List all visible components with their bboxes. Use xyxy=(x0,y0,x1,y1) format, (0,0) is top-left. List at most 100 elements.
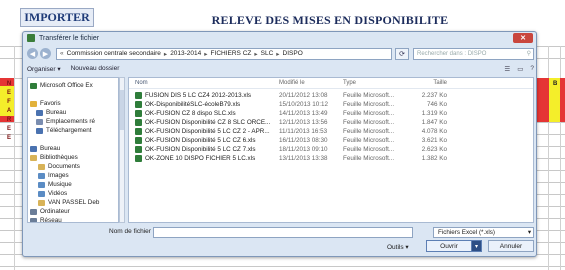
back-button[interactable]: ◀ xyxy=(27,48,38,59)
file-row[interactable]: OK-FUSION Disponibilité CZ 8 SLC ORCE...… xyxy=(129,118,533,127)
file-row[interactable]: OK-DisponibilitéSLC-écoleB79.xls 15/10/20… xyxy=(129,100,533,109)
breadcrumb-separator-icon: ▸ xyxy=(254,50,258,58)
file-type: Feuille Microsoft... xyxy=(343,146,395,153)
recent-places-icon xyxy=(36,118,43,125)
file-name: OK-DisponibilitéSLC-écoleB79.xls xyxy=(145,101,241,108)
close-button[interactable]: ✕ xyxy=(513,33,533,43)
new-folder-button[interactable]: Nouveau dossier xyxy=(71,65,120,72)
file-type: Feuille Microsoft... xyxy=(343,101,395,108)
network-icon xyxy=(30,217,37,222)
file-size: 746 Ko xyxy=(427,101,447,108)
nav-item[interactable]: Documents xyxy=(30,162,116,171)
nav-item-label: Microsoft Office Ex xyxy=(40,82,93,89)
nav-item-label: Bureau xyxy=(40,145,61,152)
filename-input[interactable] xyxy=(153,227,413,238)
nav-item[interactable]: VAN PASSEL Deb xyxy=(30,198,116,207)
nav-item[interactable]: Réseau xyxy=(30,216,116,222)
breadcrumb-item[interactable]: 2013-2014 xyxy=(170,50,201,57)
nav-item-label: VAN PASSEL Deb xyxy=(48,199,100,206)
address-field[interactable]: «Commission centrale secondaire ▸ 2013-201… xyxy=(56,47,392,60)
file-name: OK-FUSION CZ 8 dispo SLC.xls xyxy=(145,110,236,117)
file-type: Feuille Microsoft... xyxy=(343,128,395,135)
file-name: FUSION DIS 5 LC CZ4 2012-2013.xls xyxy=(145,92,252,99)
sheet-title: RELEVE DES MISES EN DISPONIBILITE xyxy=(211,13,449,27)
nav-item[interactable]: Bureau xyxy=(30,108,116,117)
file-row[interactable]: OK-FUSION Disponibilité 5 LC CZ 6.xls 16/… xyxy=(129,136,533,145)
organize-button[interactable]: Organiser ▾ xyxy=(27,65,61,73)
breadcrumb-item[interactable]: DISPO xyxy=(283,50,303,57)
open-button[interactable]: Ouvrir ▾ xyxy=(426,240,482,252)
refresh-icon[interactable]: ⟳ xyxy=(395,47,409,60)
nav-item[interactable]: Favoris xyxy=(30,99,116,108)
documents-icon xyxy=(38,163,45,170)
dialog-toolbar: Organiser ▾ Nouveau dossier ☰ ▭ ? xyxy=(27,63,534,74)
nav-item[interactable]: Téléchargement xyxy=(30,126,116,135)
nav-item-label: Images xyxy=(48,172,69,179)
column-name[interactable]: Nom xyxy=(129,80,279,86)
breadcrumb-item[interactable]: Commission centrale secondaire xyxy=(67,50,161,57)
tools-menu[interactable]: Outils ▾ xyxy=(387,243,409,251)
nav-item[interactable]: Microsoft Office Ex xyxy=(30,81,116,90)
excel-file-icon xyxy=(135,92,142,99)
file-size: 1.319 Ko xyxy=(421,110,447,117)
right-letter: B xyxy=(553,81,558,87)
importer-button[interactable]: IMPORTER xyxy=(20,8,94,27)
excel-file-icon xyxy=(135,101,142,108)
column-size[interactable]: Taille xyxy=(407,80,447,86)
desktop-icon xyxy=(36,109,43,116)
file-row[interactable]: OK-FUSION CZ 8 dispo SLC.xls 14/11/2013 1… xyxy=(129,109,533,118)
column-type[interactable]: Type xyxy=(343,80,407,86)
file-name: OK-FUSION Disponibilité 5 LC CZ 2 - APR.… xyxy=(145,128,270,135)
view-options-icon[interactable]: ☰ xyxy=(504,65,510,73)
download-icon xyxy=(36,127,43,134)
breadcrumb-item[interactable]: SLC xyxy=(261,50,274,57)
star-icon xyxy=(30,100,37,107)
computer-icon xyxy=(30,208,37,215)
open-dropdown-icon[interactable]: ▾ xyxy=(471,241,481,251)
user-folder-icon xyxy=(38,199,45,206)
scrollbar-thumb[interactable] xyxy=(120,90,124,130)
breadcrumb-separator-icon: ▸ xyxy=(204,50,208,58)
nav-item[interactable]: Images xyxy=(30,171,116,180)
nav-item-label: Bibliothèques xyxy=(40,154,78,161)
nav-item[interactable]: Bureau xyxy=(30,144,116,153)
column-date[interactable]: Modifié le xyxy=(279,80,343,86)
file-name-cell: OK-FUSION Disponibilité 5 LC CZ 6.xls xyxy=(129,137,279,144)
open-button-label: Ouvrir xyxy=(440,242,458,250)
file-date: 12/11/2013 13:56 xyxy=(279,119,328,126)
file-name: OK-FUSION Disponibilité 5 LC CZ 6.xls xyxy=(145,137,256,144)
file-size: 2.623 Ko xyxy=(421,146,447,153)
file-name: OK-ZONE 10 DISPO FICHIER 5 LC.xls xyxy=(145,155,256,162)
file-row[interactable]: OK-FUSION Disponibilité 5 LC CZ 2 - APR.… xyxy=(129,127,533,136)
search-input[interactable]: Rechercher dans : DISPO ⚲ xyxy=(413,47,534,60)
file-name-cell: OK-FUSION Disponibilité 5 LC CZ 7.xls xyxy=(129,146,279,153)
file-row[interactable]: FUSION DIS 5 LC CZ4 2012-2013.xls 20/11/2… xyxy=(129,91,533,100)
nav-item[interactable]: Musique xyxy=(30,180,116,189)
file-name-cell: OK-DisponibilitéSLC-écoleB79.xls xyxy=(129,101,279,108)
breadcrumb-separator-icon: « xyxy=(60,50,64,57)
file-row[interactable]: OK-ZONE 10 DISPO FICHIER 5 LC.xls 13/11/2… xyxy=(129,154,533,163)
nav-item-label: Musique xyxy=(48,181,72,188)
file-row[interactable]: OK-FUSION Disponibilité 5 LC CZ 7.xls 18/… xyxy=(129,145,533,154)
nav-item[interactable]: Ordinateur xyxy=(30,207,116,216)
file-list-pane: Nom Modifié le Type Taille FUSION DIS 5 … xyxy=(128,77,534,223)
nav-item[interactable]: Bibliothèques xyxy=(30,153,116,162)
nav-item-label: Ordinateur xyxy=(40,208,70,215)
red-band-right xyxy=(537,78,549,122)
file-type: Feuille Microsoft... xyxy=(343,119,395,126)
preview-pane-icon[interactable]: ▭ xyxy=(517,65,523,73)
nav-item-label: Vidéos xyxy=(48,190,68,197)
address-bar: ◀ ▶ «Commission centrale secondaire ▸ 2013… xyxy=(27,47,534,60)
help-icon[interactable]: ? xyxy=(530,65,534,73)
cancel-button[interactable]: Annuler xyxy=(488,240,534,252)
file-name-cell: OK-ZONE 10 DISPO FICHIER 5 LC.xls xyxy=(129,155,279,162)
filetype-select[interactable]: Fichiers Excel (*.xls) ▾ xyxy=(433,227,534,238)
excel-file-icon xyxy=(135,119,142,126)
navigation-scrollbar[interactable] xyxy=(119,77,125,223)
breadcrumb-item[interactable]: FICHIERS CZ xyxy=(211,50,252,57)
nav-item[interactable]: Emplacements ré xyxy=(30,117,116,126)
nav-item[interactable]: Vidéos xyxy=(30,189,116,198)
forward-button[interactable]: ▶ xyxy=(40,48,51,59)
side-letters: N E F A R E E xyxy=(6,81,12,141)
